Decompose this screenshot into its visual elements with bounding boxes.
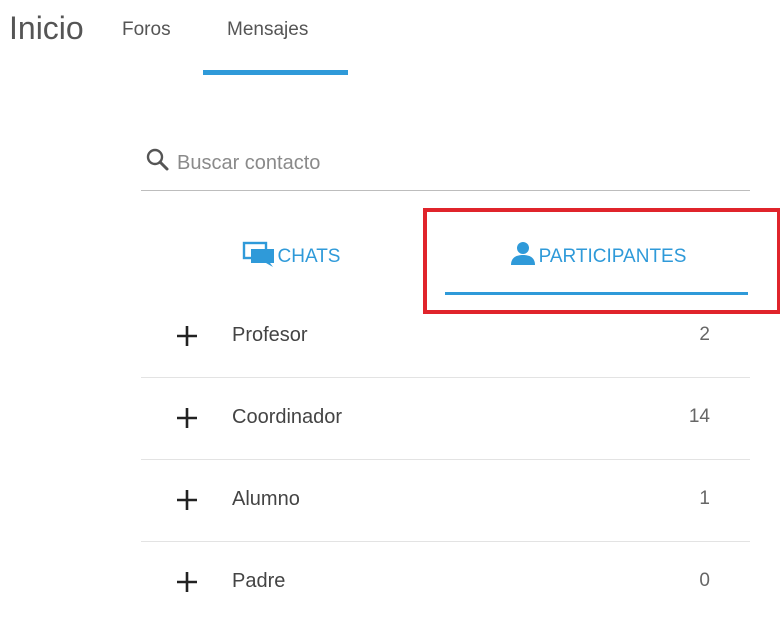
list-item[interactable]: Padre 0 <box>141 542 750 618</box>
search-bar <box>141 140 750 191</box>
search-input[interactable] <box>177 148 737 178</box>
participants-list: Profesor 2 Coordinador 14 Alumno 1 Padre… <box>141 296 750 618</box>
tab-chats-label: CHATS <box>277 246 341 267</box>
nav-tab-foros[interactable]: Foros <box>122 17 171 43</box>
expand-plus-icon[interactable] <box>175 324 199 348</box>
active-tab-indicator <box>203 70 348 75</box>
chat-icon <box>242 241 278 273</box>
group-label: Coordinador <box>232 406 343 428</box>
expand-plus-icon[interactable] <box>175 406 199 430</box>
group-count: 1 <box>699 488 710 509</box>
top-navigation: Inicio Foros Mensajes <box>0 0 780 90</box>
nav-tab-mensajes[interactable]: Mensajes <box>227 17 308 43</box>
group-count: 0 <box>699 570 710 591</box>
nav-home-link[interactable]: Inicio <box>9 8 84 48</box>
group-label: Padre <box>232 570 286 592</box>
messages-page: Inicio Foros Mensajes CHATS <box>0 0 780 618</box>
expand-plus-icon[interactable] <box>175 570 199 594</box>
list-item[interactable]: Alumno 1 <box>141 460 750 542</box>
list-item[interactable]: Profesor 2 <box>141 296 750 378</box>
group-count: 2 <box>699 324 710 345</box>
list-item[interactable]: Coordinador 14 <box>141 378 750 460</box>
group-count: 14 <box>688 406 710 427</box>
search-icon <box>145 147 171 173</box>
group-label: Profesor <box>232 324 308 346</box>
tab-chats[interactable]: CHATS <box>141 232 441 282</box>
expand-plus-icon[interactable] <box>175 488 199 512</box>
group-label: Alumno <box>232 488 300 510</box>
